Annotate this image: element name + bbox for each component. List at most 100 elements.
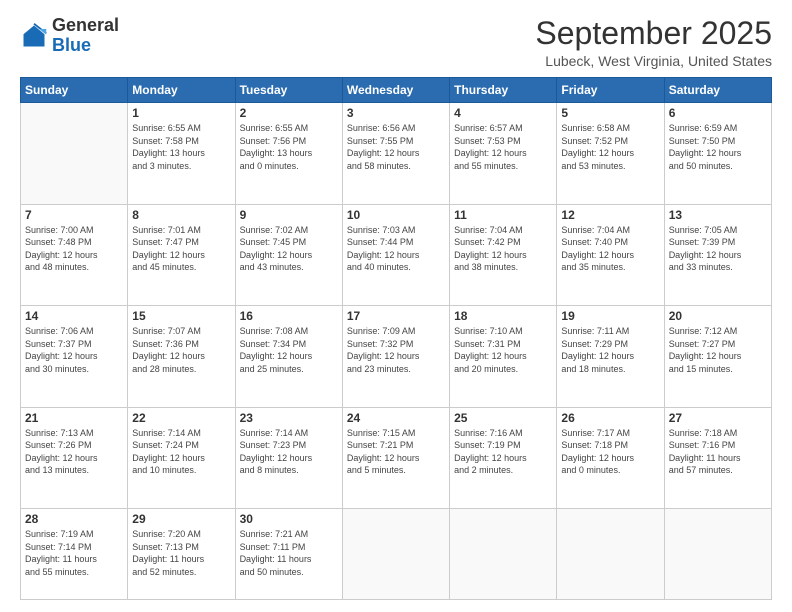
calendar-cell: 29 Sunrise: 7:20 AM Sunset: 7:13 PM Dayli… [128,509,235,600]
day-number: 17 [347,309,445,323]
day-number: 20 [669,309,767,323]
calendar-cell [21,103,128,204]
day-info: Sunrise: 6:56 AM Sunset: 7:55 PM Dayligh… [347,122,445,172]
header: General Blue September 2025 Lubeck, West… [20,16,772,69]
day-number: 30 [240,512,338,526]
day-info: Sunrise: 6:58 AM Sunset: 7:52 PM Dayligh… [561,122,659,172]
day-number: 27 [669,411,767,425]
calendar-cell: 5 Sunrise: 6:58 AM Sunset: 7:52 PM Daylig… [557,103,664,204]
logo-general-text: General [52,15,119,35]
day-info: Sunrise: 7:04 AM Sunset: 7:42 PM Dayligh… [454,224,552,274]
logo-blue-text: Blue [52,35,91,55]
calendar-cell: 12Sunrise: 7:04 AM Sunset: 7:40 PM Dayli… [557,204,664,305]
calendar-cell: 3 Sunrise: 6:56 AM Sunset: 7:55 PM Daylig… [342,103,449,204]
calendar-week-row: 21 Sunrise: 7:13 AM Sunset: 7:26 PM Dayli… [21,407,772,508]
day-number: 3 [347,106,445,120]
day-info: Sunrise: 7:10 AM Sunset: 7:31 PM Dayligh… [454,325,552,375]
calendar-cell: 9Sunrise: 7:02 AM Sunset: 7:45 PM Daylig… [235,204,342,305]
calendar-week-row: 7 Sunrise: 7:00 AM Sunset: 7:48 PM Daylig… [21,204,772,305]
calendar-cell: 6 Sunrise: 6:59 AM Sunset: 7:50 PM Daylig… [664,103,771,204]
day-info: Sunrise: 6:59 AM Sunset: 7:50 PM Dayligh… [669,122,767,172]
day-number: 5 [561,106,659,120]
calendar-cell: 26 Sunrise: 7:17 AM Sunset: 7:18 PM Dayli… [557,407,664,508]
day-number: 15 [132,309,230,323]
calendar-header-saturday: Saturday [664,78,771,103]
day-number: 8 [132,208,230,222]
day-info: Sunrise: 6:55 AM Sunset: 7:56 PM Dayligh… [240,122,338,172]
day-number: 12 [561,208,659,222]
calendar-table: SundayMondayTuesdayWednesdayThursdayFrid… [20,77,772,600]
calendar-cell: 27 Sunrise: 7:18 AM Sunset: 7:16 PM Dayli… [664,407,771,508]
day-info: Sunrise: 6:57 AM Sunset: 7:53 PM Dayligh… [454,122,552,172]
day-number: 18 [454,309,552,323]
day-number: 25 [454,411,552,425]
day-number: 11 [454,208,552,222]
calendar-cell: 24Sunrise: 7:15 AM Sunset: 7:21 PM Dayli… [342,407,449,508]
logo: General Blue [20,16,119,56]
day-number: 4 [454,106,552,120]
calendar-cell [342,509,449,600]
day-number: 21 [25,411,123,425]
day-number: 14 [25,309,123,323]
day-info: Sunrise: 7:06 AM Sunset: 7:37 PM Dayligh… [25,325,123,375]
calendar-cell: 13 Sunrise: 7:05 AM Sunset: 7:39 PM Dayli… [664,204,771,305]
calendar-cell: 4 Sunrise: 6:57 AM Sunset: 7:53 PM Daylig… [450,103,557,204]
logo-text: General Blue [52,16,119,56]
title-block: September 2025 Lubeck, West Virginia, Un… [535,16,772,69]
day-info: Sunrise: 7:05 AM Sunset: 7:39 PM Dayligh… [669,224,767,274]
day-info: Sunrise: 7:07 AM Sunset: 7:36 PM Dayligh… [132,325,230,375]
day-info: Sunrise: 7:12 AM Sunset: 7:27 PM Dayligh… [669,325,767,375]
calendar-cell [664,509,771,600]
calendar-header-monday: Monday [128,78,235,103]
day-info: Sunrise: 7:18 AM Sunset: 7:16 PM Dayligh… [669,427,767,477]
day-number: 13 [669,208,767,222]
day-info: Sunrise: 7:08 AM Sunset: 7:34 PM Dayligh… [240,325,338,375]
day-info: Sunrise: 7:09 AM Sunset: 7:32 PM Dayligh… [347,325,445,375]
calendar-cell: 23Sunrise: 7:14 AM Sunset: 7:23 PM Dayli… [235,407,342,508]
calendar-cell: 19Sunrise: 7:11 AM Sunset: 7:29 PM Dayli… [557,306,664,407]
day-info: Sunrise: 7:13 AM Sunset: 7:26 PM Dayligh… [25,427,123,477]
calendar-cell: 16 Sunrise: 7:08 AM Sunset: 7:34 PM Dayli… [235,306,342,407]
day-info: Sunrise: 6:55 AM Sunset: 7:58 PM Dayligh… [132,122,230,172]
calendar-cell: 18 Sunrise: 7:10 AM Sunset: 7:31 PM Dayli… [450,306,557,407]
day-info: Sunrise: 7:14 AM Sunset: 7:23 PM Dayligh… [240,427,338,477]
calendar-cell: 11 Sunrise: 7:04 AM Sunset: 7:42 PM Dayli… [450,204,557,305]
main-title: September 2025 [535,16,772,51]
day-info: Sunrise: 7:01 AM Sunset: 7:47 PM Dayligh… [132,224,230,274]
calendar-cell: 28Sunrise: 7:19 AM Sunset: 7:14 PM Dayli… [21,509,128,600]
day-number: 26 [561,411,659,425]
day-info: Sunrise: 7:20 AM Sunset: 7:13 PM Dayligh… [132,528,230,578]
calendar-cell: 25 Sunrise: 7:16 AM Sunset: 7:19 PM Dayli… [450,407,557,508]
day-info: Sunrise: 7:03 AM Sunset: 7:44 PM Dayligh… [347,224,445,274]
calendar-header-tuesday: Tuesday [235,78,342,103]
day-info: Sunrise: 7:15 AM Sunset: 7:21 PM Dayligh… [347,427,445,477]
day-number: 2 [240,106,338,120]
day-info: Sunrise: 7:17 AM Sunset: 7:18 PM Dayligh… [561,427,659,477]
day-number: 10 [347,208,445,222]
calendar-header-friday: Friday [557,78,664,103]
calendar-cell: 8 Sunrise: 7:01 AM Sunset: 7:47 PM Daylig… [128,204,235,305]
calendar-header-wednesday: Wednesday [342,78,449,103]
calendar-cell: 2 Sunrise: 6:55 AM Sunset: 7:56 PM Daylig… [235,103,342,204]
calendar-cell: 21 Sunrise: 7:13 AM Sunset: 7:26 PM Dayli… [21,407,128,508]
calendar-week-row: 1Sunrise: 6:55 AM Sunset: 7:58 PM Daylig… [21,103,772,204]
calendar-cell: 17 Sunrise: 7:09 AM Sunset: 7:32 PM Dayli… [342,306,449,407]
calendar-cell: 20 Sunrise: 7:12 AM Sunset: 7:27 PM Dayli… [664,306,771,407]
calendar-cell: 15 Sunrise: 7:07 AM Sunset: 7:36 PM Dayli… [128,306,235,407]
page: General Blue September 2025 Lubeck, West… [0,0,792,612]
day-number: 7 [25,208,123,222]
day-number: 16 [240,309,338,323]
calendar-header-row: SundayMondayTuesdayWednesdayThursdayFrid… [21,78,772,103]
calendar-week-row: 14 Sunrise: 7:06 AM Sunset: 7:37 PM Dayli… [21,306,772,407]
calendar-cell: 10 Sunrise: 7:03 AM Sunset: 7:44 PM Dayli… [342,204,449,305]
day-number: 6 [669,106,767,120]
day-info: Sunrise: 7:16 AM Sunset: 7:19 PM Dayligh… [454,427,552,477]
day-info: Sunrise: 7:00 AM Sunset: 7:48 PM Dayligh… [25,224,123,274]
subtitle: Lubeck, West Virginia, United States [535,53,772,69]
logo-icon [20,22,48,50]
day-info: Sunrise: 7:14 AM Sunset: 7:24 PM Dayligh… [132,427,230,477]
calendar-cell: 1Sunrise: 6:55 AM Sunset: 7:58 PM Daylig… [128,103,235,204]
day-number: 29 [132,512,230,526]
day-number: 22 [132,411,230,425]
calendar-week-row: 28Sunrise: 7:19 AM Sunset: 7:14 PM Dayli… [21,509,772,600]
